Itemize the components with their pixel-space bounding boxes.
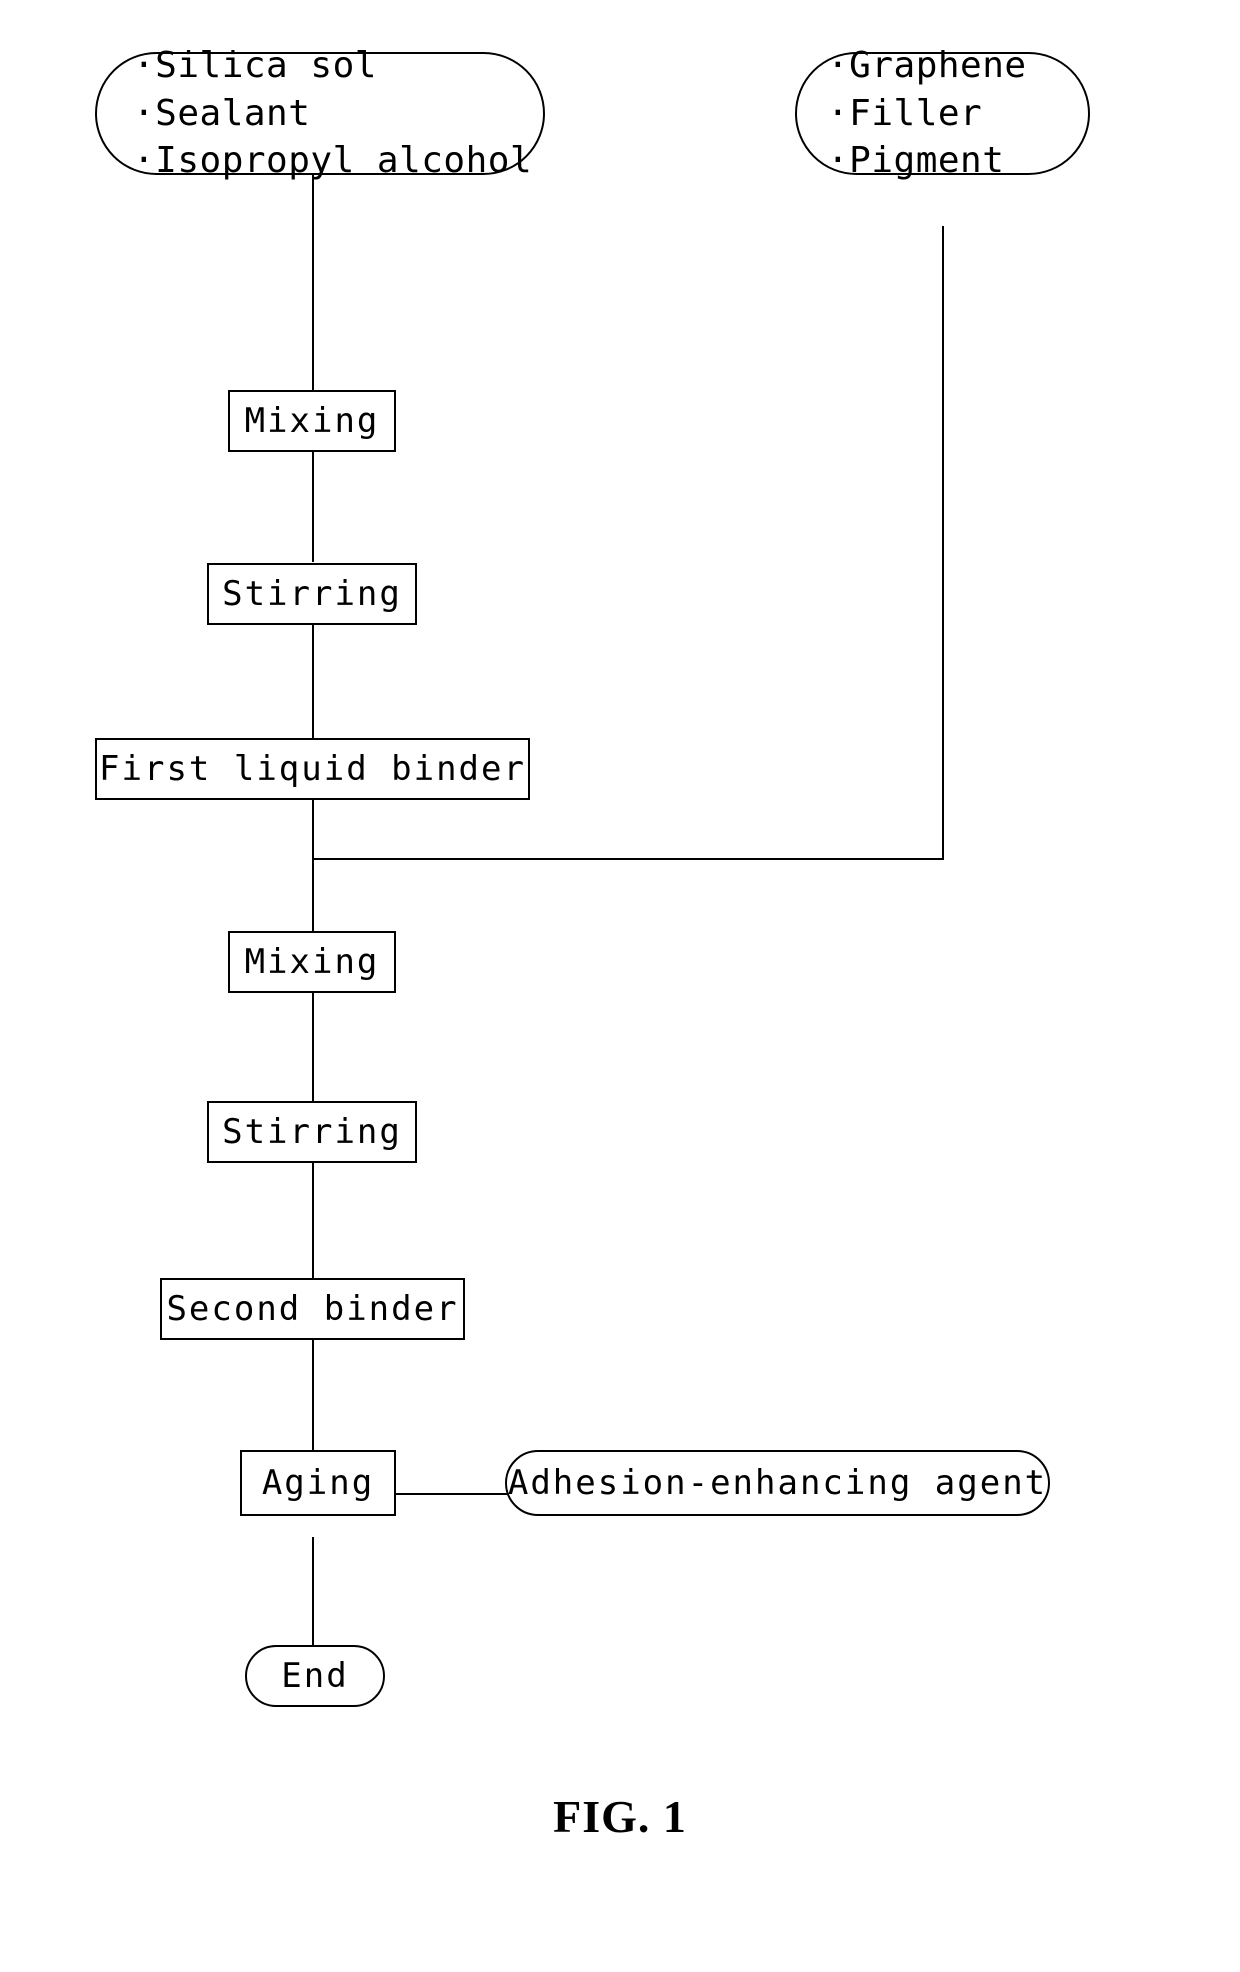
node-mixing-1[interactable]: Mixing	[228, 390, 396, 452]
stirring-2-label: Stirring	[222, 1111, 402, 1152]
edge-aging-to-end	[312, 1537, 314, 1645]
edge-aging-to-adhesion-agent	[395, 1493, 507, 1495]
node-stirring-2[interactable]: Stirring	[207, 1101, 417, 1163]
inputs-left-label: ·Silica sol ·Sealant ·Isopropyl alcohol	[133, 45, 533, 182]
edge-second-binder-to-aging	[312, 1340, 314, 1450]
edge-merge-horizontal	[312, 858, 944, 860]
end-label: End	[281, 1655, 349, 1696]
adhesion-enhancing-agent-label: Adhesion-enhancing agent	[507, 1462, 1048, 1503]
figure-caption: FIG. 1	[553, 1791, 687, 1842]
node-second-binder[interactable]: Second binder	[160, 1278, 465, 1340]
node-adhesion-enhancing-agent[interactable]: Adhesion-enhancing agent	[505, 1450, 1050, 1516]
node-mixing-2[interactable]: Mixing	[228, 931, 396, 993]
inputs-right-label: ·Graphene ·Filler ·Pigment	[827, 45, 1027, 182]
edge-junction-to-mixing-2	[312, 858, 314, 931]
node-inputs-left[interactable]: ·Silica sol ·Sealant ·Isopropyl alcohol	[95, 45, 545, 181]
edge-stirring-1-to-first-binder	[312, 625, 314, 740]
edge-stirring-2-to-second-binder	[312, 1163, 314, 1285]
flowchart-figure: ·Silica sol ·Sealant ·Isopropyl alcohol …	[0, 0, 1240, 1972]
node-end[interactable]: End	[245, 1645, 385, 1707]
node-aging[interactable]: Aging	[240, 1450, 396, 1516]
node-stirring-1[interactable]: Stirring	[207, 563, 417, 625]
node-inputs-right[interactable]: ·Graphene ·Filler ·Pigment	[795, 45, 1090, 181]
aging-label: Aging	[261, 1462, 375, 1503]
edge-inputs-left-to-mixing-1	[312, 175, 314, 390]
edge-first-binder-to-junction	[312, 800, 314, 860]
edge-mixing-1-to-stirring-1	[312, 452, 314, 562]
edge-inputs-right-down	[942, 226, 944, 860]
mixing-2-label: Mixing	[244, 941, 380, 982]
edge-mixing-2-to-stirring-2	[312, 993, 314, 1101]
mixing-1-label: Mixing	[244, 400, 380, 441]
node-first-liquid-binder[interactable]: First liquid binder	[95, 738, 530, 800]
first-liquid-binder-label: First liquid binder	[99, 748, 526, 789]
stirring-1-label: Stirring	[222, 573, 402, 614]
second-binder-label: Second binder	[166, 1288, 459, 1329]
